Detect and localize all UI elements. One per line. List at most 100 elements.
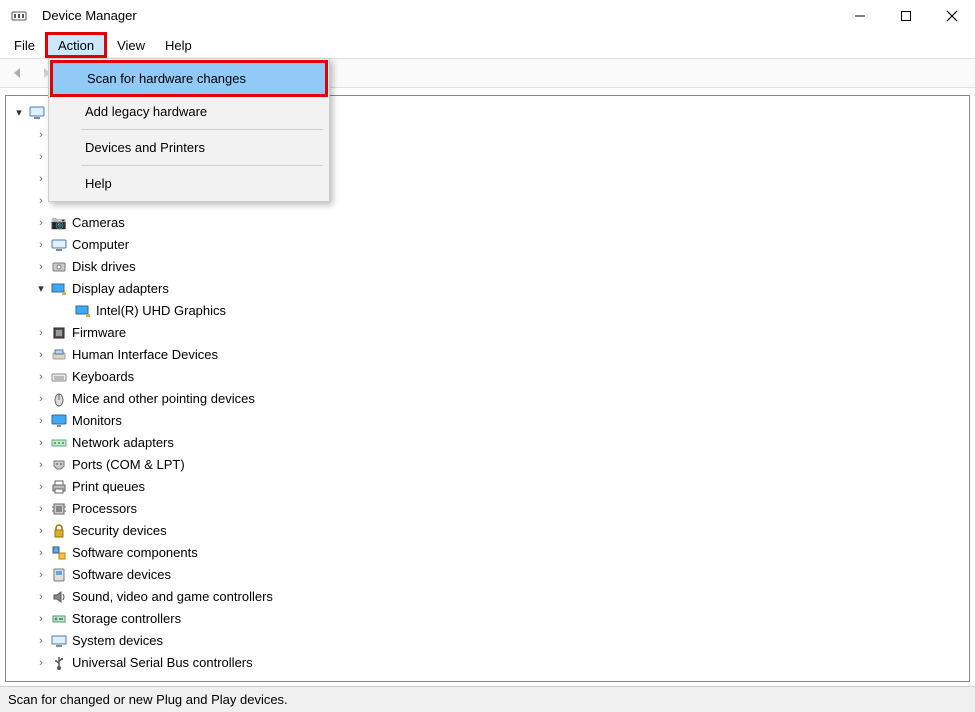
statusbar: Scan for changed or new Plug and Play de… [0, 686, 975, 712]
maximize-button[interactable] [883, 0, 929, 32]
menu-file[interactable]: File [4, 32, 45, 58]
chevron-down-icon[interactable]: ▾ [12, 102, 26, 124]
tree-node-firmware[interactable]: › Firmware [10, 322, 965, 344]
chevron-right-icon[interactable]: › [34, 432, 48, 454]
tree-label: Disk drives [72, 256, 136, 278]
chevron-right-icon[interactable]: › [34, 564, 48, 586]
software-component-icon [50, 545, 68, 561]
chevron-right-icon[interactable]: › [34, 190, 48, 212]
usb-icon [50, 655, 68, 671]
hid-icon [50, 347, 68, 363]
port-icon [50, 457, 68, 473]
tree-node-display[interactable]: ▾ Display adapters [10, 278, 965, 300]
tree-label: Network adapters [72, 432, 174, 454]
back-button[interactable] [6, 61, 30, 85]
tree-node-printq[interactable]: › Print queues [10, 476, 965, 498]
chevron-right-icon[interactable]: › [34, 322, 48, 344]
chevron-down-icon[interactable]: ▾ [34, 278, 48, 300]
chevron-right-icon[interactable]: › [34, 542, 48, 564]
computer-icon [50, 237, 68, 253]
tree-label: Sound, video and game controllers [72, 586, 273, 608]
tree-label: Mice and other pointing devices [72, 388, 255, 410]
tree-label: Firmware [72, 322, 126, 344]
menubar: File Action View Help [0, 32, 975, 58]
tree-node-ports[interactable]: › Ports (COM & LPT) [10, 454, 965, 476]
printer-icon [50, 479, 68, 495]
app-icon [10, 8, 28, 24]
tree-label: Intel(R) UHD Graphics [96, 300, 226, 322]
tree-label: Computer [72, 234, 129, 256]
minimize-button[interactable] [837, 0, 883, 32]
menu-item-add-legacy[interactable]: Add legacy hardware [51, 96, 327, 127]
chevron-right-icon[interactable]: › [34, 454, 48, 476]
system-device-icon [50, 633, 68, 649]
menu-item-help[interactable]: Help [51, 168, 327, 199]
menu-help[interactable]: Help [155, 32, 202, 58]
tree-label: Software devices [72, 564, 171, 586]
tree-node-storage[interactable]: › Storage controllers [10, 608, 965, 630]
network-icon [50, 435, 68, 451]
tree-label: Processors [72, 498, 137, 520]
tree-node-swcomp[interactable]: › Software components [10, 542, 965, 564]
chevron-right-icon[interactable]: › [34, 388, 48, 410]
menu-item-scan-hardware[interactable]: Scan for hardware changes [53, 63, 325, 94]
chevron-right-icon[interactable]: › [34, 652, 48, 674]
chevron-right-icon[interactable]: › [34, 630, 48, 652]
chevron-right-icon[interactable]: › [34, 234, 48, 256]
storage-controller-icon [50, 611, 68, 627]
tree-node-security[interactable]: › Security devices [10, 520, 965, 542]
status-text: Scan for changed or new Plug and Play de… [8, 692, 288, 707]
tree-node-intel-uhd[interactable]: Intel(R) UHD Graphics [10, 300, 965, 322]
tree-node-network[interactable]: › Network adapters [10, 432, 965, 454]
chevron-right-icon[interactable]: › [34, 608, 48, 630]
chevron-right-icon[interactable]: › [34, 586, 48, 608]
chevron-right-icon[interactable]: › [34, 366, 48, 388]
tree-node-mice[interactable]: › Mice and other pointing devices [10, 388, 965, 410]
tree-label: Ports (COM & LPT) [72, 454, 185, 476]
menu-separator [81, 129, 323, 130]
tree-label: Software components [72, 542, 198, 564]
tree-node-system[interactable]: › System devices [10, 630, 965, 652]
tree-node-swdev[interactable]: › Software devices [10, 564, 965, 586]
chevron-right-icon[interactable]: › [34, 146, 48, 168]
disk-icon [50, 259, 68, 275]
tree-node-cameras[interactable]: › 📷 Cameras [10, 212, 965, 234]
window-title: Device Manager [42, 8, 137, 23]
menu-action[interactable]: Action [45, 32, 107, 58]
tree-label: Security devices [72, 520, 167, 542]
tree-node-disk[interactable]: › Disk drives [10, 256, 965, 278]
chevron-right-icon[interactable]: › [34, 344, 48, 366]
mouse-icon [50, 391, 68, 407]
tree-node-hid[interactable]: › Human Interface Devices [10, 344, 965, 366]
display-adapter-icon [50, 281, 68, 297]
tree-label: Storage controllers [72, 608, 181, 630]
keyboard-icon [50, 369, 68, 385]
chevron-right-icon[interactable]: › [34, 520, 48, 542]
tree-node-computer[interactable]: › Computer [10, 234, 965, 256]
chevron-right-icon[interactable]: › [34, 476, 48, 498]
chevron-right-icon[interactable]: › [34, 124, 48, 146]
menu-view[interactable]: View [107, 32, 155, 58]
titlebar: Device Manager [0, 0, 975, 32]
tree-node-sound[interactable]: › Sound, video and game controllers [10, 586, 965, 608]
sound-icon [50, 589, 68, 605]
tree-label: Human Interface Devices [72, 344, 218, 366]
chevron-right-icon[interactable]: › [34, 212, 48, 234]
menu-item-devices-printers[interactable]: Devices and Printers [51, 132, 327, 163]
tree-node-monitors[interactable]: › Monitors [10, 410, 965, 432]
tree-label: Monitors [72, 410, 122, 432]
chip-icon [50, 325, 68, 341]
tree-label: Print queues [72, 476, 145, 498]
close-button[interactable] [929, 0, 975, 32]
chevron-right-icon[interactable]: › [34, 168, 48, 190]
menu-separator [81, 165, 323, 166]
chevron-right-icon[interactable]: › [34, 498, 48, 520]
tree-node-keyboards[interactable]: › Keyboards [10, 366, 965, 388]
display-adapter-icon [74, 303, 92, 319]
chevron-right-icon[interactable]: › [34, 410, 48, 432]
window-controls [837, 0, 975, 32]
tree-node-proc[interactable]: › Processors [10, 498, 965, 520]
security-icon [50, 523, 68, 539]
chevron-right-icon[interactable]: › [34, 256, 48, 278]
tree-node-usb[interactable]: › Universal Serial Bus controllers [10, 652, 965, 674]
